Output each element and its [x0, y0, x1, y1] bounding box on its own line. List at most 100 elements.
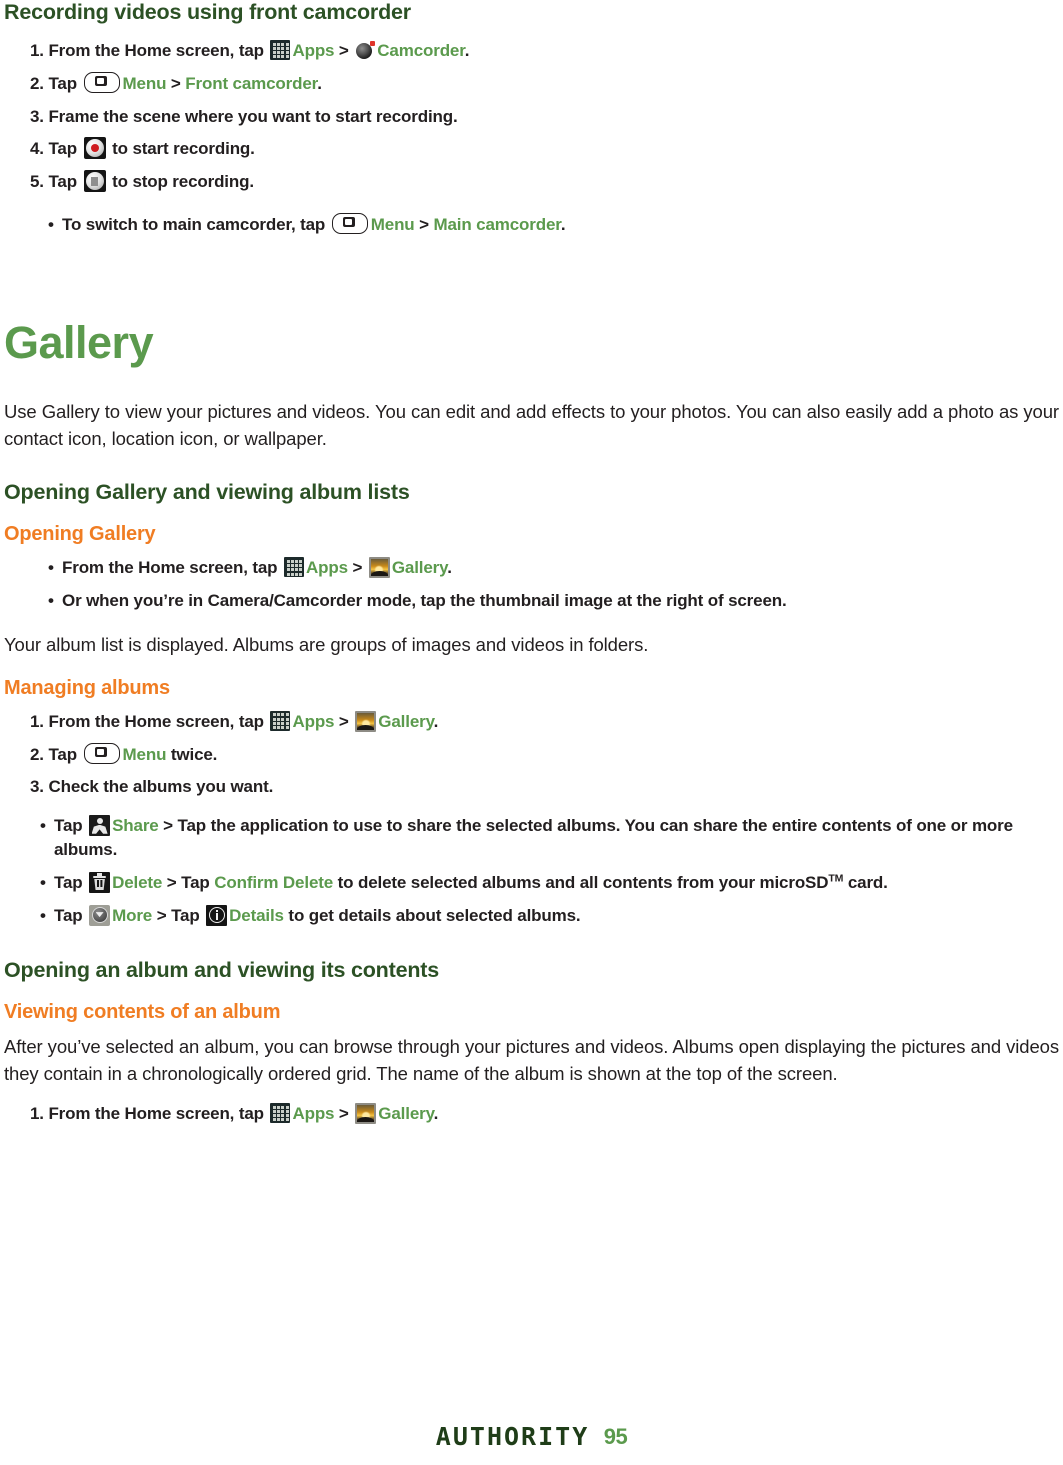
ui-label: Gallery: [391, 558, 448, 578]
apps-icon: [270, 40, 291, 60]
ui-label: Details: [229, 905, 284, 925]
nav-separator: >: [158, 816, 178, 836]
viewing-contents-paragraph: After you’ve selected an album, you can …: [4, 1036, 1059, 1085]
trademark-mark: TM: [828, 872, 844, 885]
numbered-step: 1. From the Home screen, tap Apps > Gall…: [30, 710, 439, 732]
viewing-contents-steps: 1. From the Home screen, tap Apps > Gall…: [4, 1102, 1059, 1135]
ui-label: Gallery: [378, 1104, 434, 1124]
nav-separator: >: [162, 872, 182, 892]
numbered-step: 1. From the Home screen, tap Apps > Gall…: [30, 1103, 439, 1125]
ui-label: Main camcorder: [433, 214, 561, 234]
gallery-icon: [355, 1103, 377, 1125]
bullet-item: • Or when you’re in Camera/Camcorder mode…: [48, 589, 1059, 613]
managing-albums-bullets: • Tap Share > Tap the application to use …: [4, 814, 1059, 936]
step-number: 4.: [30, 139, 49, 159]
bullet-text: From the Home screen, tap Apps > Gallery…: [62, 557, 452, 579]
camcorder-icon: [355, 40, 376, 60]
bullet-item: • From the Home screen, tap Apps > Galler…: [48, 556, 1059, 580]
ui-label: Confirm Delete: [214, 872, 334, 892]
numbered-step: 5. Tap to stop recording.: [30, 170, 254, 193]
step-number: 2.: [30, 744, 49, 764]
sub-heading-viewing-contents: Viewing contents of an album: [4, 1001, 281, 1024]
chapter-title-gallery: Gallery: [4, 316, 154, 368]
numbered-step: 3. Check the albums you want.: [30, 777, 274, 797]
opening-gallery-bullets: • From the Home screen, tap Apps > Galler…: [4, 556, 1059, 622]
bullet-marker: •: [48, 558, 54, 578]
front-camcorder-steps: 1. From the Home screen, tap Apps > Camc…: [4, 39, 1059, 203]
bullet-marker: •: [40, 905, 46, 925]
manual-page: Recording videos using front camcorder 1…: [0, 0, 1063, 1465]
nav-separator: >: [334, 711, 354, 731]
ui-label: Delete: [112, 872, 163, 892]
bullet-text: Tap Share > Tap the application to use t…: [54, 815, 1013, 859]
bullet-text: Tap More > Tap Details to get details ab…: [54, 904, 581, 926]
bullet-marker: •: [40, 872, 46, 892]
menu-key-icon: [83, 742, 120, 764]
ui-label: Share: [112, 816, 159, 836]
bullet-item: • Tap Delete > Tap Confirm Delete to dele…: [40, 871, 1059, 895]
nav-separator: >: [152, 905, 172, 925]
bullet-text: Tap Delete > Tap Confirm Delete to delet…: [54, 871, 888, 893]
apps-icon: [270, 1103, 291, 1124]
nav-separator: >: [347, 558, 367, 578]
footer-page-number: 95: [603, 1423, 628, 1449]
bullet-marker: •: [48, 591, 54, 611]
sub-heading-managing-albums: Managing albums: [4, 676, 170, 699]
page-footer: AUTHORITY 95: [0, 1422, 1063, 1451]
menu-key-icon: [331, 212, 368, 234]
ui-label: Gallery: [378, 711, 434, 731]
front-camcorder-note-bullet: • To switch to main camcorder, tap Menu >…: [4, 212, 1059, 246]
managing-albums-steps: 1. From the Home screen, tap Apps > Gall…: [4, 710, 1059, 808]
footer-brand: AUTHORITY: [435, 1422, 590, 1451]
info-icon: [206, 904, 228, 926]
numbered-step: 2. Tap Menu twice.: [30, 742, 218, 764]
sub-heading-opening-gallery: Opening Gallery: [4, 523, 156, 546]
numbered-step: 1. From the Home screen, tap Apps > Camc…: [30, 40, 470, 60]
apps-icon: [270, 710, 291, 731]
gallery-icon: [355, 710, 377, 732]
bullet-text: Or when you’re in Camera/Camcorder mode,…: [62, 591, 787, 611]
ui-label: Apps: [292, 711, 335, 731]
section-heading-opening-gallery-lists: Opening Gallery and viewing album lists: [4, 480, 410, 505]
album-list-paragraph: Your album list is displayed. Albums are…: [4, 634, 649, 655]
gallery-intro-paragraph: Use Gallery to view your pictures and vi…: [4, 400, 1059, 449]
bullet-text: To switch to main camcorder, tap Menu > …: [62, 212, 566, 234]
step-number: 2.: [30, 73, 49, 93]
ui-label: Apps: [292, 1104, 335, 1124]
bullet-item: • Tap More > Tap Details to get details a…: [40, 904, 1059, 928]
bullet-marker: •: [48, 214, 54, 234]
ui-label: More: [112, 905, 153, 925]
step-number: 3.: [30, 777, 49, 797]
step-number: 1.: [30, 711, 49, 731]
nav-separator: >: [166, 73, 186, 93]
numbered-step: 2. Tap Menu > Front camcorder.: [30, 71, 322, 93]
bullet-item: • Tap Share > Tap the application to use …: [40, 814, 1059, 862]
share-icon: [89, 815, 111, 837]
nav-separator: >: [334, 41, 354, 60]
ui-label: Apps: [292, 41, 335, 60]
step-number: 3.: [30, 106, 49, 126]
menu-key-icon: [83, 71, 120, 93]
nav-separator: >: [414, 214, 434, 234]
gallery-icon: [368, 557, 390, 579]
ui-label: Apps: [306, 558, 348, 578]
section-heading-opening-album: Opening an album and viewing its content…: [4, 958, 439, 983]
stop-button-icon: [83, 170, 106, 193]
ui-label: Front camcorder: [185, 73, 318, 93]
step-number: 5.: [30, 172, 49, 192]
trash-icon: [89, 871, 111, 893]
ui-label: Menu: [122, 73, 167, 93]
ui-label: Camcorder: [377, 41, 465, 60]
ui-label: Menu: [122, 744, 167, 764]
bullet-marker: •: [40, 816, 46, 836]
step-number: 1.: [30, 41, 49, 60]
record-button-icon: [83, 137, 106, 160]
more-icon: [89, 904, 111, 926]
bullet-item: • To switch to main camcorder, tap Menu >…: [48, 212, 1059, 237]
ui-label: Menu: [370, 214, 415, 234]
nav-separator: >: [334, 1104, 354, 1124]
section-heading-front-camcorder: Recording videos using front camcorder: [4, 0, 411, 24]
numbered-step: 3. Frame the scene where you want to sta…: [30, 106, 458, 126]
apps-icon: [284, 557, 304, 578]
step-number: 1.: [30, 1104, 49, 1124]
